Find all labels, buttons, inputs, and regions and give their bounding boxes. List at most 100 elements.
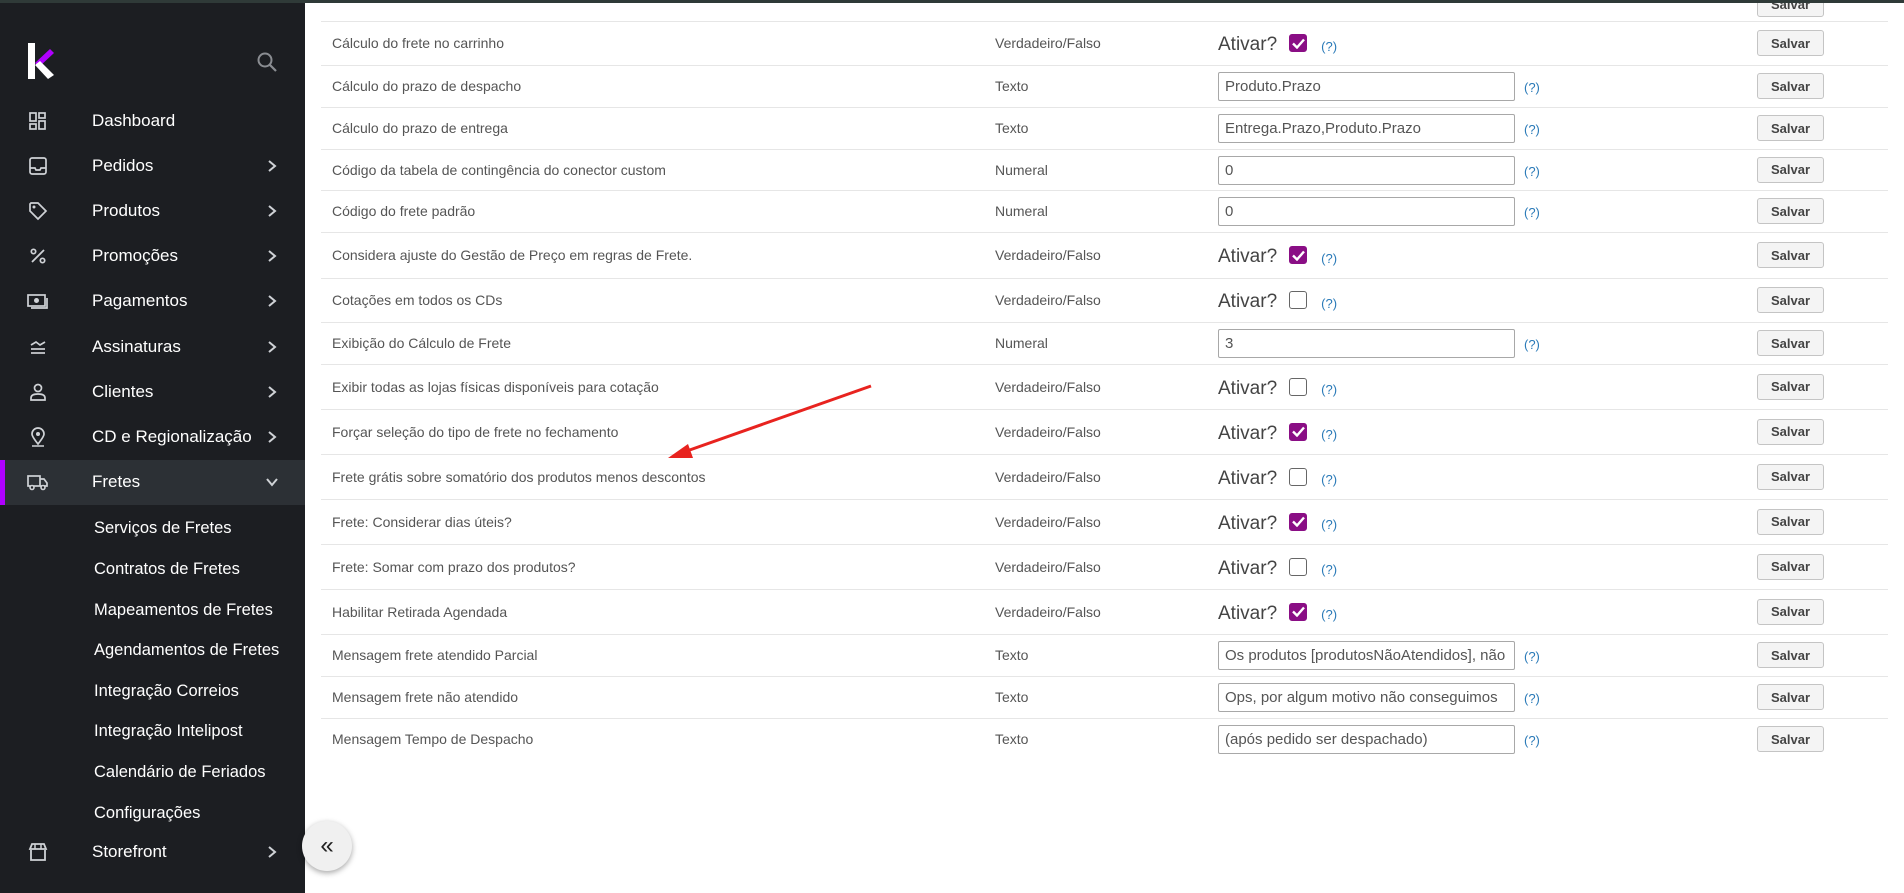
help-link[interactable]: (?) (1524, 733, 1540, 748)
save-button[interactable]: Salvar (1757, 726, 1824, 752)
save-button[interactable]: Salvar (1757, 3, 1824, 17)
value-input[interactable] (1218, 197, 1515, 226)
value-cell: (?) (1218, 725, 1540, 754)
help-link[interactable]: (?) (1321, 296, 1337, 311)
save-button[interactable]: Salvar (1757, 242, 1824, 268)
activate-checkbox[interactable] (1289, 246, 1308, 264)
sidebar-item-label: Pagamentos (92, 291, 188, 311)
value-cell: (?) (1218, 197, 1540, 226)
table-row: Cálculo do frete no carrinho Verdadeiro/F… (321, 21, 1888, 65)
activate-checkbox[interactable] (1289, 512, 1308, 531)
value-cell: Ativar? (?) (1218, 30, 1337, 56)
table-row: Cotações em todos os CDs Verdadeiro/Falso… (321, 278, 1888, 322)
help-link[interactable]: (?) (1524, 205, 1540, 220)
value-input[interactable] (1218, 641, 1515, 670)
ativar-label: Ativar? (1218, 291, 1278, 312)
sidebar-item-pedidos[interactable]: Pedidos (0, 143, 305, 188)
sidebar-item-produtos[interactable]: Produtos (0, 188, 305, 233)
chevron-right-icon (268, 385, 277, 398)
activate-checkbox[interactable] (1289, 557, 1308, 576)
search-icon[interactable] (256, 51, 278, 73)
activate-checkbox[interactable] (1289, 422, 1308, 441)
table-row: Cálculo do prazo de entrega Texto (?) Salva… (321, 107, 1888, 149)
save-button[interactable]: Salvar (1757, 115, 1824, 141)
submenu-item[interactable]: Agendamentos de Fretes (0, 630, 305, 671)
value-input[interactable] (1218, 72, 1515, 101)
submenu-item[interactable]: Mapeamentos de Fretes (0, 590, 305, 631)
sidebar-item-clientes[interactable]: Clientes (0, 369, 305, 414)
value-cell: (?) (1218, 155, 1540, 185)
help-link[interactable]: (?) (1321, 382, 1337, 397)
sidebar-item-promocoes[interactable]: Promoções (0, 234, 305, 279)
value-cell: (?) (1218, 641, 1540, 670)
chevron-right-icon (268, 431, 277, 443)
save-button[interactable]: Salvar (1757, 156, 1824, 183)
table-row-partial: Salvar (321, 3, 1888, 21)
save-button[interactable]: Salvar (1757, 30, 1824, 56)
percent-icon (27, 245, 49, 267)
table-row: Forçar seleção do tipo de frete no fecha… (321, 409, 1888, 454)
collapse-sidebar-button[interactable]: « (302, 821, 352, 871)
submenu-item[interactable]: Serviços de Fretes (0, 509, 305, 550)
tag-icon (27, 200, 49, 222)
inbox-icon (27, 155, 49, 177)
activate-checkbox[interactable] (1289, 467, 1308, 486)
save-button[interactable]: Salvar (1757, 553, 1824, 580)
sidebar-item-dashboard[interactable]: Dashboard (0, 98, 305, 143)
help-link[interactable]: (?) (1524, 122, 1540, 137)
save-button[interactable]: Salvar (1757, 73, 1824, 99)
submenu-item[interactable]: Integração Correios (0, 671, 305, 712)
help-link[interactable]: (?) (1524, 80, 1540, 95)
activate-checkbox[interactable] (1289, 602, 1308, 621)
help-link[interactable]: (?) (1321, 562, 1337, 577)
sidebar-item-cd-e-regionalizacao[interactable]: CD e Regionalização (0, 414, 305, 459)
config-type: Verdadeiro/Falso (995, 378, 1101, 395)
save-button[interactable]: Salvar (1757, 330, 1824, 356)
value-input[interactable] (1218, 155, 1515, 185)
help-link[interactable]: (?) (1524, 649, 1540, 664)
help-link[interactable]: (?) (1321, 607, 1337, 622)
save-button[interactable]: Salvar (1757, 198, 1824, 224)
config-type: Verdadeiro/Falso (995, 247, 1101, 263)
sidebar-item-fretes[interactable]: Fretes (0, 459, 305, 505)
help-link[interactable]: (?) (1321, 517, 1337, 532)
sidebar: Dashboard Pedidos Produtos Promoções Pagamen… (0, 3, 305, 893)
sidebar-nav: Dashboard Pedidos Produtos Promoções Pagamen… (0, 98, 305, 833)
value-input[interactable] (1218, 114, 1515, 143)
submenu-item[interactable]: Contratos de Fretes (0, 549, 305, 590)
ativar-label: Ativar? (1218, 34, 1278, 55)
help-link[interactable]: (?) (1321, 427, 1337, 442)
value-input[interactable] (1218, 683, 1515, 712)
help-link[interactable]: (?) (1524, 691, 1540, 706)
help-link[interactable]: (?) (1321, 39, 1337, 54)
save-button[interactable]: Salvar (1757, 684, 1824, 710)
submenu-item[interactable]: Calendário de Feriados (0, 752, 305, 793)
submenu-item[interactable]: Configurações (0, 793, 305, 834)
value-input[interactable] (1218, 725, 1515, 754)
activate-checkbox[interactable] (1289, 291, 1308, 309)
save-button[interactable]: Salvar (1757, 642, 1824, 668)
activate-checkbox[interactable] (1289, 34, 1308, 52)
save-button[interactable]: Salvar (1757, 418, 1824, 445)
sidebar-item-pagamentos[interactable]: Pagamentos (0, 279, 305, 324)
sidebar-item-assinaturas[interactable]: Assinaturas (0, 324, 305, 369)
help-link[interactable]: (?) (1321, 472, 1337, 487)
help-link[interactable]: (?) (1524, 337, 1540, 352)
config-type: Verdadeiro/Falso (995, 603, 1101, 620)
save-button[interactable]: Salvar (1757, 598, 1824, 625)
save-button[interactable]: Salvar (1757, 508, 1824, 535)
submenu-item[interactable]: Integração Intelipost (0, 712, 305, 753)
config-name: Frete: Considerar dias úteis? (332, 513, 512, 530)
value-input[interactable] (1218, 329, 1515, 358)
sidebar-item-storefront[interactable]: Storefront (0, 829, 305, 874)
help-link[interactable]: (?) (1524, 164, 1540, 179)
save-button[interactable]: Salvar (1757, 463, 1824, 490)
logo-icon[interactable] (28, 43, 54, 79)
help-link[interactable]: (?) (1321, 251, 1337, 266)
save-button[interactable]: Salvar (1757, 373, 1824, 400)
sidebar-item-label: Dashboard (92, 110, 176, 130)
save-button[interactable]: Salvar (1757, 287, 1824, 313)
double-chevron-left-icon: « (320, 832, 334, 859)
config-name: Forçar seleção do tipo de frete no fecha… (332, 423, 619, 440)
activate-checkbox[interactable] (1289, 377, 1308, 396)
